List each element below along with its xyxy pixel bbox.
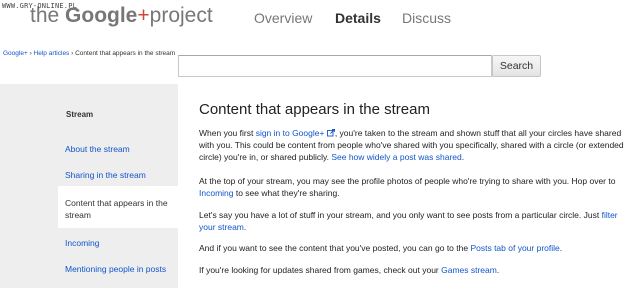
article: Content that appears in the stream When … <box>178 84 630 288</box>
watermark: WWW.GRY-ONLINE.PL <box>2 2 78 10</box>
sidebar-item-label: Content that appears in the stream <box>65 198 168 220</box>
games-stream-link[interactable]: Games stream <box>441 265 497 275</box>
text: Let's say you have a lot of stuff in you… <box>199 210 602 220</box>
search-input[interactable] <box>178 55 492 77</box>
sidebar-item-sharing-in-the-stream[interactable]: Sharing in the stream <box>65 170 146 180</box>
text: . <box>243 222 247 232</box>
sidebar-item-incoming[interactable]: Incoming <box>65 238 100 248</box>
logo-suffix: project <box>149 4 213 27</box>
nav-overview[interactable]: Overview <box>254 10 312 26</box>
search-button[interactable]: Search <box>492 55 541 77</box>
breadcrumb-help-articles[interactable]: Help articles <box>34 50 70 57</box>
text: At the top of your stream, you may see t… <box>199 176 616 186</box>
breadcrumb-googleplus[interactable]: Google+ <box>3 50 28 57</box>
sidebar-item-mentioning-people[interactable]: Mentioning people in posts <box>65 264 166 274</box>
article-paragraph-1: When you first sign in to Google+ , you'… <box>199 127 629 163</box>
text: And if you want to see the content that … <box>199 243 471 253</box>
sign-in-link[interactable]: sign in to Google+ <box>256 128 325 138</box>
page-title: Content that appears in the stream <box>199 101 430 118</box>
posts-tab-link[interactable]: Posts tab of your profile <box>470 243 559 253</box>
text: . <box>559 243 563 253</box>
nav-discuss[interactable]: Discuss <box>402 10 451 26</box>
sidebar-title: Stream <box>66 110 94 119</box>
breadcrumb: Google+ › Help articles › Content that a… <box>3 50 175 57</box>
text: to see what they're sharing. <box>233 188 340 198</box>
article-paragraph-3: Let's say you have a lot of stuff in you… <box>199 209 629 233</box>
header: the Google+project Overview Details Disc… <box>0 0 630 44</box>
external-link-icon <box>326 129 335 137</box>
text: . <box>461 152 465 162</box>
see-how-shared-link[interactable]: See how widely a post was shared <box>331 152 461 162</box>
sidebar-item-about-the-stream[interactable]: About the stream <box>65 144 130 154</box>
nav-details[interactable]: Details <box>335 10 381 26</box>
sidebar-item-content-selected[interactable]: Content that appears in the stream <box>58 186 178 228</box>
incoming-link[interactable]: Incoming <box>199 188 234 198</box>
article-paragraph-2: At the top of your stream, you may see t… <box>199 175 629 199</box>
logo-plus: + <box>137 4 150 27</box>
text: When you first <box>199 128 256 138</box>
breadcrumb-current: Content that appears in the stream <box>75 50 176 57</box>
article-paragraph-4: And if you want to see the content that … <box>199 242 629 254</box>
text: . <box>496 265 500 275</box>
article-paragraph-5: If you're looking for updates shared fro… <box>199 264 629 276</box>
text: If you're looking for updates shared fro… <box>199 265 442 275</box>
